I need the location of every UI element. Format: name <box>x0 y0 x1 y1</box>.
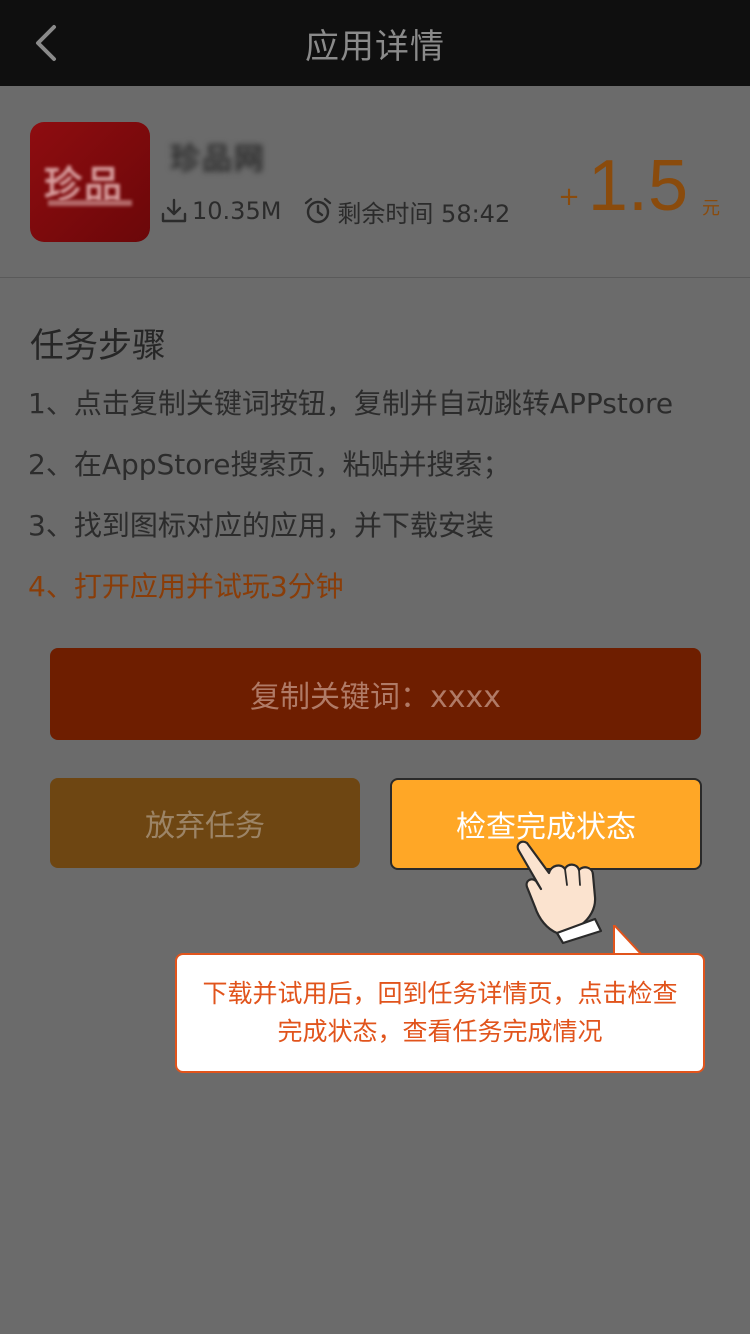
step-item-highlight: 4、打开应用并试玩3分钟 <box>28 570 344 603</box>
guide-tooltip: 下载并试用后，回到任务详情页，点击检查完成状态，查看任务完成情况 <box>175 953 705 1073</box>
guide-tooltip-text: 下载并试用后，回到任务详情页，点击检查完成状态，查看任务完成情况 <box>202 979 678 1046</box>
app-info-card: 珍品 珍品网 10.35M 剩余时间 58:42 + 1.5 元 <box>0 86 750 278</box>
reward-unit: 元 <box>702 198 720 219</box>
back-button[interactable] <box>22 18 72 68</box>
app-name: 珍品网 <box>170 142 266 177</box>
app-icon: 珍品 <box>30 122 150 242</box>
steps-title: 任务步骤 <box>30 326 166 366</box>
remaining-time-value: 剩余时间 58:42 <box>337 199 511 228</box>
app-meta: 10.35M 剩余时间 58:42 <box>160 194 510 228</box>
pointing-hand-icon <box>516 840 603 945</box>
alarm-clock-icon <box>305 197 332 224</box>
step-item: 2、在AppStore搜索页，粘贴并搜索； <box>28 448 511 481</box>
chevron-left-icon <box>36 25 56 61</box>
copy-keyword-button[interactable]: 复制关键词：xxxx <box>50 648 701 740</box>
remaining-time: 剩余时间 58:42 <box>303 194 510 229</box>
reward-amount: + 1.5 元 <box>558 142 720 222</box>
download-icon <box>161 198 187 223</box>
abandon-task-button[interactable]: 放弃任务 <box>50 778 360 868</box>
app-size-value: 10.35M <box>192 197 282 225</box>
page-title: 应用详情 <box>305 26 445 67</box>
app-icon-subline <box>48 200 132 206</box>
step-item: 3、找到图标对应的应用，并下载安装 <box>28 509 494 542</box>
reward-value: 1.5 <box>587 146 688 226</box>
app-size: 10.35M <box>160 197 281 225</box>
reward-plus: + <box>558 182 580 212</box>
nav-bar: 应用详情 <box>0 0 750 86</box>
step-item: 1、点击复制关键词按钮，复制并自动跳转APPstore <box>28 387 674 420</box>
